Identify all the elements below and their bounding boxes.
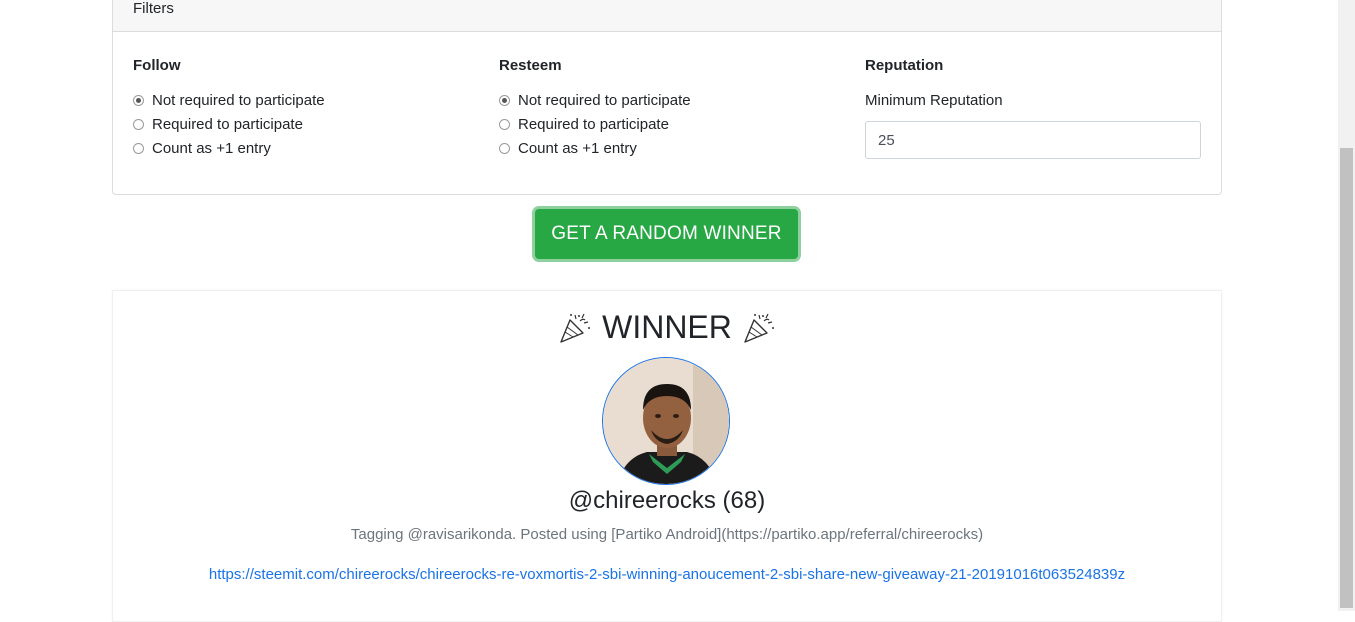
min-reputation-label: Minimum Reputation	[865, 92, 1003, 109]
winner-comment-text: Tagging @ravisarikonda. Posted using [Pa…	[350, 526, 984, 543]
winner-title: WINNER	[602, 309, 732, 345]
page-scrollbar[interactable]	[1338, 0, 1355, 611]
radio-checked-icon[interactable]	[499, 95, 510, 106]
radio-unchecked-icon[interactable]	[133, 119, 144, 130]
filters-title: Filters	[133, 0, 174, 17]
winner-avatar[interactable]	[602, 357, 730, 485]
min-reputation-input[interactable]	[865, 121, 1201, 159]
reputation-title: Reputation	[865, 57, 944, 74]
follow-option-count-entry[interactable]: Count as +1 entry	[133, 140, 271, 157]
party-popper-icon	[744, 313, 774, 343]
winner-post-link[interactable]: https://steemit.com/chireerocks/chireero…	[113, 566, 1221, 583]
radio-unchecked-icon[interactable]	[133, 143, 144, 154]
winner-heading: WINNER	[113, 309, 1221, 346]
follow-option-label: Required to participate	[152, 116, 303, 133]
avatar-image	[603, 358, 729, 484]
follow-option-label: Not required to participate	[152, 92, 325, 109]
follow-option-required[interactable]: Required to participate	[133, 116, 303, 133]
follow-option-label: Count as +1 entry	[152, 140, 271, 157]
resteem-option-label: Not required to participate	[518, 92, 691, 109]
resteem-option-required[interactable]: Required to participate	[499, 116, 669, 133]
scrollbar-thumb[interactable]	[1340, 148, 1353, 608]
resteem-option-label: Count as +1 entry	[518, 140, 637, 157]
follow-option-not-required[interactable]: Not required to participate	[133, 92, 325, 109]
party-popper-icon	[560, 313, 591, 343]
resteem-option-not-required[interactable]: Not required to participate	[499, 92, 691, 109]
radio-checked-icon[interactable]	[133, 95, 144, 106]
radio-unchecked-icon[interactable]	[499, 143, 510, 154]
resteem-option-count-entry[interactable]: Count as +1 entry	[499, 140, 637, 157]
resteem-title: Resteem	[499, 57, 562, 74]
radio-unchecked-icon[interactable]	[499, 119, 510, 130]
filters-header: Filters	[113, 0, 1221, 32]
winner-username: @chireerocks (68)	[568, 487, 766, 514]
resteem-option-label: Required to participate	[518, 116, 669, 133]
winner-card: WINNER @chireerocks (68) Tagging @ravisa…	[112, 290, 1222, 622]
follow-title: Follow	[133, 57, 181, 74]
filters-card: Filters Follow Not required to participa…	[112, 0, 1222, 195]
get-random-winner-button[interactable]: GET A RANDOM WINNER	[535, 209, 798, 259]
